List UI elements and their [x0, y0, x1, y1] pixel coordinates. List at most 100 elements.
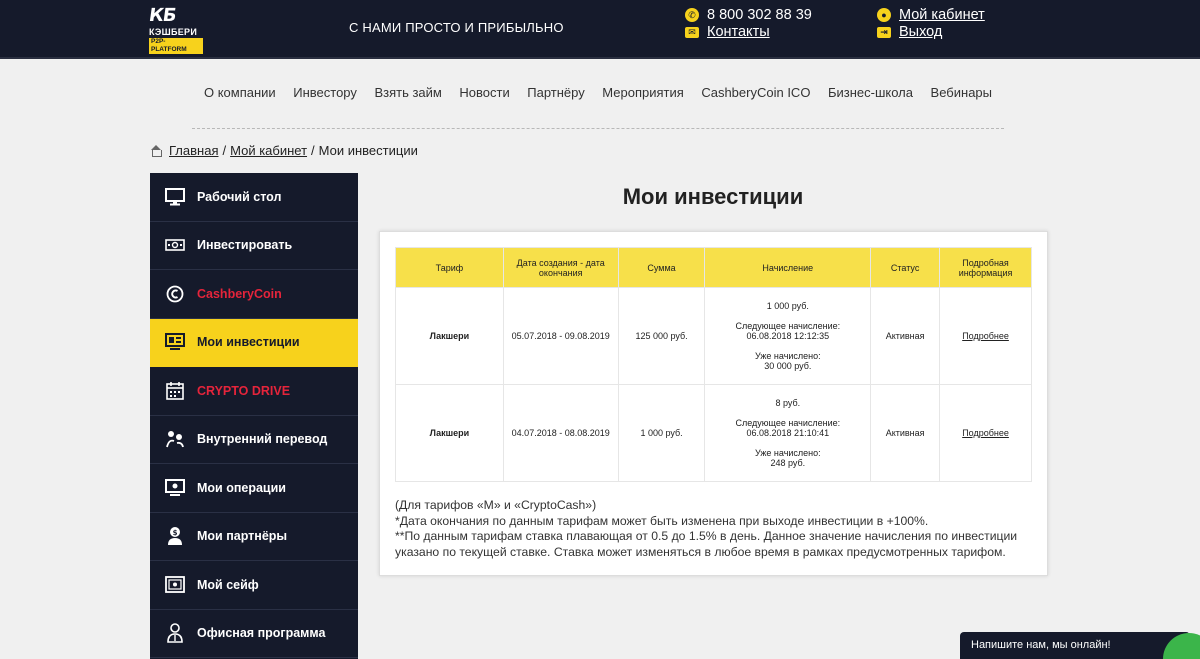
cell-accrual: 8 руб. Следующее начисление: 06.08.2018 …	[704, 384, 872, 482]
nav-item-about[interactable]: О компании	[204, 76, 276, 128]
main-nav: О компании Инвестору Взять займ Новости …	[192, 76, 1004, 129]
chat-label: Напишите нам, мы онлайн!	[971, 639, 1111, 651]
next-accrual-date: 06.08.2018 21:10:41	[746, 428, 830, 438]
nav-item-loan[interactable]: Взять займ	[374, 76, 441, 128]
sidebar-item-crypto-drive[interactable]: CRYPTO DRIVE	[150, 367, 358, 416]
envelope-icon: ✉	[685, 26, 699, 38]
note-line: *Дата окончания по данным тарифам может …	[395, 513, 929, 528]
sidebar-item-label: Офисная программа	[197, 626, 326, 641]
chat-widget[interactable]: Напишите нам, мы онлайн!	[960, 632, 1190, 659]
operations-icon	[165, 478, 185, 498]
page-title: Мои инвестиции	[622, 184, 804, 209]
note-line: **По данным тарифам ставка плавающая от …	[395, 529, 1018, 559]
sidebar-item-partners[interactable]: $ Мои партнёры	[150, 513, 358, 561]
whatsapp-icon: ✆	[685, 8, 699, 22]
cell-tariff: Лакшери	[395, 287, 504, 385]
sidebar-item-label: Внутренний перевод	[197, 432, 328, 447]
sidebar-item-label: Мой сейф	[197, 577, 259, 592]
logout-icon: ⇥	[877, 26, 891, 38]
accrued-amount: 30 000 руб.	[764, 361, 812, 371]
column-header-accrual: Начисление	[704, 247, 872, 288]
column-header-status: Статус	[870, 247, 941, 288]
phone-number[interactable]: ✆ 8 800 302 88 39	[685, 7, 812, 23]
cabinet-text[interactable]: Мой кабинет	[899, 7, 985, 23]
logo[interactable]: КБ КЭШБЕРИ P2P-PLATFORM	[147, 5, 203, 55]
site-header: КБ КЭШБЕРИ P2P-PLATFORM С НАМИ ПРОСТО И …	[0, 0, 1200, 59]
logout-link[interactable]: ⇥ Выход	[877, 24, 942, 40]
sidebar-item-internal-transfer[interactable]: Внутренний перевод	[150, 416, 358, 464]
sidebar-item-label: CashberyCoin	[197, 286, 282, 301]
sidebar-item-office[interactable]: Офисная программа	[150, 610, 358, 658]
nav-item-ico[interactable]: CashberyCoin ICO	[701, 76, 810, 128]
nav-item-news[interactable]: Новости	[459, 76, 509, 128]
column-header-details: Подробная информация	[939, 247, 1032, 288]
sidebar-item-label: Рабочий стол	[197, 189, 282, 204]
investments-table: Тариф Дата создания - дата окончания Сум…	[395, 247, 1032, 482]
sidebar-item-dashboard[interactable]: Рабочий стол	[150, 173, 358, 222]
table-row: Лакшери 05.07.2018 - 09.08.2019 125 000 …	[395, 287, 1032, 385]
safe-icon	[165, 575, 185, 595]
details-link[interactable]: Подробнее	[962, 331, 1009, 341]
accrual-amount: 8 руб.	[775, 398, 801, 408]
nav-item-partner[interactable]: Партнёру	[527, 76, 584, 128]
cell-accrual: 1 000 руб. Следующее начисление: 06.08.2…	[704, 287, 872, 385]
details-link[interactable]: Подробнее	[962, 428, 1009, 438]
column-header-sum: Сумма	[617, 247, 706, 288]
cell-sum: 125 000 руб.	[617, 287, 706, 385]
next-accrual-date: 06.08.2018 12:12:35	[746, 331, 830, 341]
nav-item-school[interactable]: Бизнес-школа	[828, 76, 913, 128]
table-header-row: Тариф Дата создания - дата окончания Сум…	[395, 247, 1032, 288]
cell-tariff: Лакшери	[395, 384, 504, 482]
svg-text:$: $	[173, 529, 178, 537]
sidebar-item-my-investments[interactable]: Мои инвестиции	[150, 318, 358, 367]
cash-icon	[165, 235, 185, 255]
logo-subtitle: P2P-PLATFORM	[149, 38, 203, 54]
sidebar-item-invest[interactable]: Инвестировать	[150, 222, 358, 270]
home-icon	[150, 145, 162, 157]
logo-name: КЭШБЕРИ	[149, 27, 198, 37]
sidebar-item-operations[interactable]: Мои операции	[150, 464, 358, 513]
breadcrumb-cabinet[interactable]: Мой кабинет	[230, 143, 307, 158]
cell-details: Подробнее	[939, 384, 1032, 482]
calendar-icon	[165, 381, 185, 401]
nav-item-investor[interactable]: Инвестору	[293, 76, 357, 128]
contacts-link[interactable]: ✉ Контакты	[685, 24, 770, 40]
breadcrumb-current: Мои инвестиции	[318, 143, 418, 158]
cell-status: Активная	[870, 384, 941, 482]
cell-status: Активная	[870, 287, 941, 385]
accrued-amount: 248 руб.	[770, 458, 806, 468]
accrued-label: Уже начислено:	[754, 351, 821, 361]
sidebar-item-label: Мои инвестиции	[197, 335, 300, 350]
cell-details: Подробнее	[939, 287, 1032, 385]
breadcrumb: Главная / Мой кабинет / Мои инвестиции	[150, 143, 418, 158]
sidebar-item-label: CRYPTO DRIVE	[197, 383, 291, 398]
nav-item-webinars[interactable]: Вебинары	[931, 76, 992, 128]
logo-mark: КБ	[147, 5, 177, 26]
breadcrumb-home[interactable]: Главная	[169, 143, 218, 158]
partners-icon: $	[165, 526, 185, 546]
accrued-label: Уже начислено:	[754, 448, 821, 458]
logout-text[interactable]: Выход	[899, 24, 942, 40]
table-row: Лакшери 04.07.2018 - 08.08.2019 1 000 ру…	[395, 384, 1032, 482]
contacts-text[interactable]: Контакты	[707, 24, 770, 40]
sidebar-item-cashberycoin[interactable]: CashberyCoin	[150, 270, 358, 319]
sidebar-item-label: Мои операции	[197, 480, 286, 495]
transfer-icon	[165, 429, 185, 449]
slogan: С НАМИ ПРОСТО И ПРИБЫЛЬНО	[349, 20, 564, 35]
sidebar-item-label: Инвестировать	[197, 238, 293, 253]
phone-text: 8 800 302 88 39	[707, 7, 812, 23]
sidebar-item-safe[interactable]: Мой сейф	[150, 561, 358, 610]
next-accrual-label: Следующее начисление:	[735, 321, 841, 331]
cabinet-link[interactable]: ● Мой кабинет	[877, 7, 985, 23]
cell-dates: 05.07.2018 - 09.08.2019	[502, 287, 619, 385]
column-header-dates: Дата создания - дата окончания	[502, 247, 619, 288]
sidebar-item-label: Мои партнёры	[197, 529, 288, 544]
cell-dates: 04.07.2018 - 08.08.2019	[502, 384, 619, 482]
tariff-notes: (Для тарифов «M» и «CryptoCash») *Дата о…	[395, 498, 1035, 560]
breadcrumb-separator: /	[222, 143, 227, 158]
column-header-tariff: Тариф	[395, 247, 504, 288]
monitor-icon	[165, 187, 185, 207]
office-icon	[165, 623, 185, 644]
sidebar: Рабочий стол Инвестировать CashberyCoin …	[150, 173, 358, 659]
nav-item-events[interactable]: Мероприятия	[602, 76, 684, 128]
